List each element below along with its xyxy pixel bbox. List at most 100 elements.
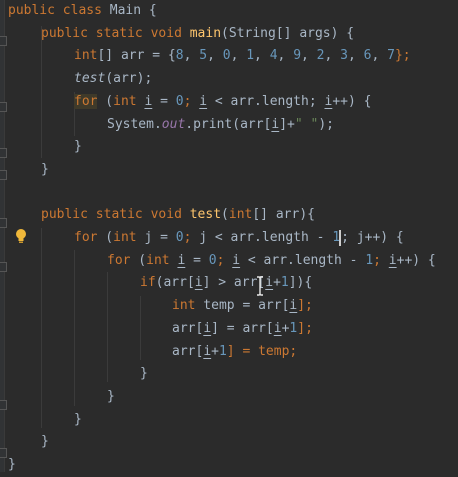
code-token: static xyxy=(95,25,143,41)
code-token: 9 xyxy=(293,48,302,64)
code-editor[interactable]: public class Main { public static void m… xyxy=(0,0,458,472)
code-line[interactable]: public class Main { xyxy=(8,0,157,23)
code-token: 0 xyxy=(175,93,184,109)
indent-guide xyxy=(41,228,42,428)
code-line[interactable]: arr[i+1] = temp; xyxy=(172,341,297,364)
code-token: [] arr = { xyxy=(97,48,176,64)
code-token: = xyxy=(185,252,209,268)
lightbulb-icon[interactable] xyxy=(14,228,28,244)
code-token: = xyxy=(152,93,176,109)
code-token: public xyxy=(8,3,55,18)
code-token: int xyxy=(113,230,137,245)
code-token: 4 xyxy=(269,48,278,64)
code-token: for xyxy=(74,93,98,109)
code-token: for xyxy=(107,252,131,268)
code-token: 0 xyxy=(222,48,231,64)
code-line[interactable]: for (int i = 0; i < arr.length - 1; i++)… xyxy=(107,250,436,273)
code-line[interactable]: } xyxy=(41,159,49,182)
code-token: i xyxy=(203,320,212,336)
code-token: ]+ xyxy=(279,116,295,132)
code-token: , xyxy=(371,48,388,64)
code-line[interactable]: for (int j = 0; j < arr.length - 1; j++)… xyxy=(74,227,404,250)
code-token: ] = temp; xyxy=(226,343,298,359)
code-token: arr[ xyxy=(172,320,204,336)
fold-marker[interactable] xyxy=(0,170,7,180)
code-token: ; xyxy=(183,93,200,109)
fold-marker[interactable] xyxy=(0,218,7,228)
code-token: , xyxy=(230,48,247,64)
code-token: void xyxy=(150,207,182,223)
code-token: test xyxy=(74,71,106,87)
code-line[interactable]: test(arr); xyxy=(74,68,152,91)
code-token: 2 xyxy=(316,48,325,64)
code-token: temp = arr[ xyxy=(195,298,290,314)
code-token: ++) { xyxy=(396,252,436,268)
code-line[interactable]: int temp = arr[i]; xyxy=(172,295,313,318)
code-token: 5 xyxy=(199,48,208,64)
code-token: } xyxy=(140,366,148,382)
code-token: public xyxy=(41,207,88,223)
code-line[interactable]: } xyxy=(107,386,115,409)
code-token: i xyxy=(388,252,397,268)
code-token: out xyxy=(161,116,186,132)
code-token: ]){ xyxy=(288,275,313,291)
code-token: , xyxy=(254,48,270,64)
code-line[interactable]: int[] arr = {8, 5, 0, 1, 4, 9, 2, 3, 6, … xyxy=(74,45,411,68)
code-token: 1 xyxy=(280,275,289,291)
code-token: (arr[ xyxy=(155,275,195,291)
code-token: ); xyxy=(318,116,334,132)
code-line[interactable]: arr[i] = arr[i+1]; xyxy=(172,318,313,341)
code-line[interactable]: } xyxy=(140,363,148,386)
fold-marker[interactable] xyxy=(0,400,7,410)
code-line[interactable]: for (int i = 0; i < arr.length; i++) { xyxy=(74,91,371,114)
code-token: 0 xyxy=(175,230,184,245)
code-token: ; xyxy=(183,230,200,245)
fold-marker[interactable] xyxy=(0,36,7,46)
code-token: i xyxy=(232,252,241,268)
code-token: ]; xyxy=(297,320,313,336)
code-token: 1 xyxy=(365,252,374,268)
code-token: ( xyxy=(221,207,229,223)
code-token: i xyxy=(273,320,282,336)
code-token: void xyxy=(150,25,182,41)
fold-marker[interactable] xyxy=(0,148,7,158)
code-token: } xyxy=(41,434,49,450)
code-token: static xyxy=(95,207,143,223)
fold-marker[interactable] xyxy=(0,102,7,112)
code-line[interactable]: } xyxy=(8,454,16,477)
code-token: } xyxy=(8,457,16,472)
code-line[interactable]: } xyxy=(74,409,82,432)
code-token: i xyxy=(203,343,212,359)
code-line[interactable]: public static void test(int[] arr){ xyxy=(41,204,315,227)
fold-marker[interactable] xyxy=(0,448,7,458)
indent-guide xyxy=(41,26,42,158)
code-line[interactable]: if(arr[i] > arr[i+1]){ xyxy=(140,272,312,295)
code-token: 1 xyxy=(218,343,227,359)
code-token: ( xyxy=(130,252,147,268)
code-token: + xyxy=(273,275,281,291)
code-token: ] = arr[ xyxy=(211,320,274,336)
code-line[interactable]: } xyxy=(41,431,49,454)
code-token: + xyxy=(211,343,219,359)
code-line[interactable]: } xyxy=(74,136,82,159)
code-token: " " xyxy=(294,116,319,132)
code-token: int xyxy=(146,252,170,268)
code-token: 7 xyxy=(387,48,395,64)
code-token: < arr.length - xyxy=(240,252,366,268)
code-token: (String[] args) { xyxy=(221,25,355,41)
code-line[interactable]: public static void main(String[] args) { xyxy=(41,23,354,46)
fold-marker[interactable] xyxy=(0,262,7,272)
code-token: = xyxy=(152,230,176,245)
code-token: [] arr){ xyxy=(252,207,315,223)
code-token: class xyxy=(62,3,102,18)
code-token: main xyxy=(189,25,222,41)
code-line[interactable]: System.out.print(arr[i]+" "); xyxy=(107,114,334,137)
code-token: ]; xyxy=(297,298,313,314)
code-token: if xyxy=(140,275,156,291)
code-token: ++) { xyxy=(332,93,372,109)
code-token: int xyxy=(113,93,137,109)
code-token: for xyxy=(74,230,98,245)
